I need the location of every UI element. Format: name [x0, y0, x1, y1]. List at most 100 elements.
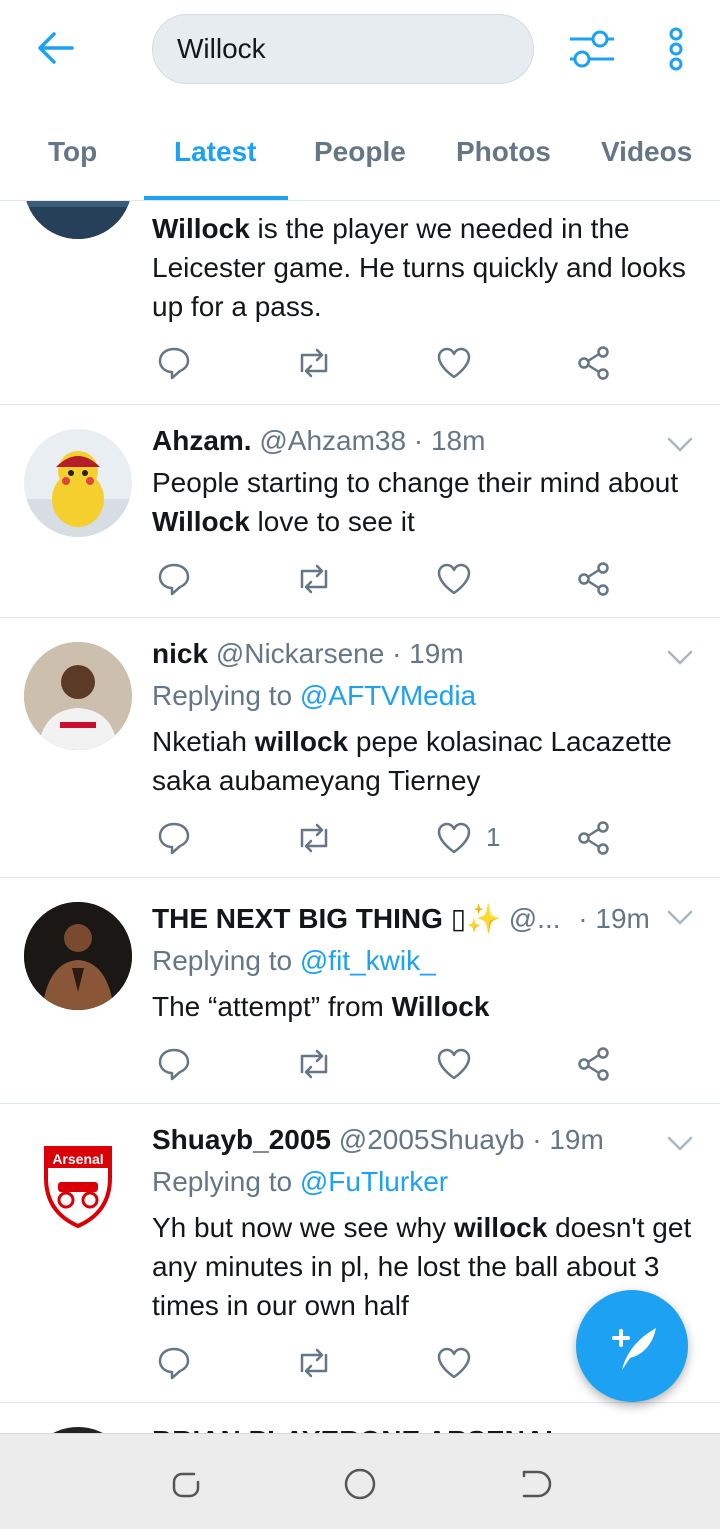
- reply-icon[interactable]: [154, 343, 194, 383]
- home-icon[interactable]: [340, 1464, 380, 1504]
- tweet-actions: [152, 1044, 632, 1084]
- tweet[interactable]: BRIAN PLAYERONE ARSENAL: [0, 1403, 720, 1433]
- tab-people[interactable]: People: [314, 136, 406, 168]
- tweet-feed[interactable]: Willock is the player we needed in the L…: [0, 201, 720, 1433]
- tab-top[interactable]: Top: [48, 136, 97, 168]
- search-query: Willock: [177, 33, 266, 64]
- like-icon[interactable]: [434, 1044, 474, 1084]
- user-handle: @Ahzam38: [259, 425, 407, 456]
- replying-to-mention[interactable]: @FuTlurker: [300, 1166, 448, 1197]
- system-navigation-bar: [0, 1433, 720, 1529]
- replying-to: Replying to @fit_kwik_: [152, 945, 436, 977]
- tweet-actions: 1: [152, 818, 632, 858]
- tweet-header: THE NEXT BIG THING ▯✨ @... · 19m: [152, 902, 650, 935]
- replying-to-mention[interactable]: @fit_kwik_: [300, 945, 436, 976]
- recent-apps-icon[interactable]: [166, 1464, 206, 1504]
- tweet-text: Nketiah willock pepe kolasinac Lacazette…: [152, 722, 692, 800]
- display-name[interactable]: Ahzam.: [152, 425, 252, 456]
- tweet-text-pre: Nketiah: [152, 726, 255, 757]
- timestamp: · 19m: [578, 903, 650, 934]
- tweet-text: The “attempt” from Willock: [152, 987, 692, 1026]
- replying-to-label: Replying to: [152, 1166, 300, 1197]
- retweet-icon[interactable]: [294, 818, 334, 858]
- like-icon[interactable]: [434, 1343, 474, 1383]
- tab-videos[interactable]: Videos: [601, 136, 692, 168]
- retweet-icon[interactable]: [294, 343, 334, 383]
- user-handle: @...: [508, 903, 561, 934]
- reply-icon[interactable]: [154, 559, 194, 599]
- replying-to: Replying to @FuTlurker: [152, 1166, 448, 1198]
- back-nav-icon[interactable]: [514, 1464, 554, 1504]
- tweet-header: Shuayb_2005 @2005Shuayb · 19m: [152, 1124, 604, 1156]
- share-icon[interactable]: [574, 1044, 614, 1084]
- chevron-down-icon[interactable]: [666, 648, 694, 668]
- tweet-actions: [152, 343, 632, 383]
- avatar[interactable]: [24, 902, 132, 1010]
- replying-to: Replying to @AFTVMedia: [152, 680, 476, 712]
- replying-to-label: Replying to: [152, 680, 300, 711]
- avatar[interactable]: [24, 429, 132, 537]
- tweet-actions: [152, 1343, 632, 1383]
- tab-photos[interactable]: Photos: [456, 136, 551, 168]
- tweet[interactable]: nick @Nickarsene · 19m Replying to @AFTV…: [0, 618, 720, 878]
- like-count: 1: [486, 822, 501, 852]
- back-arrow-icon[interactable]: [36, 28, 76, 68]
- tweet-text: Willock is the player we needed in the L…: [152, 209, 692, 326]
- tweet-text-pre: The “attempt” from: [152, 991, 392, 1022]
- timestamp: · 19m: [392, 638, 464, 669]
- active-tab-indicator: [144, 196, 288, 200]
- keyword-highlight: Willock: [152, 213, 250, 244]
- arsenal-logo-text: Arsenal: [52, 1151, 103, 1167]
- tweet-text-pre: People starting to change their mind abo…: [152, 467, 679, 498]
- top-bar: Willock: [0, 0, 720, 100]
- tweet-actions: [152, 559, 632, 599]
- display-name[interactable]: nick: [152, 638, 208, 669]
- tweet-header: Ahzam. @Ahzam38 · 18m: [152, 425, 485, 457]
- retweet-icon[interactable]: [294, 559, 334, 599]
- display-name[interactable]: BRIAN PLAYERONE ARSENAL: [152, 1425, 562, 1433]
- tweet-text: People starting to change their mind abo…: [152, 463, 692, 541]
- search-input[interactable]: Willock: [152, 14, 534, 84]
- more-options-icon[interactable]: [660, 26, 692, 72]
- tweet-header: nick @Nickarsene · 19m: [152, 638, 464, 670]
- like-icon[interactable]: [434, 818, 474, 858]
- avatar[interactable]: [24, 642, 132, 750]
- replying-to-mention[interactable]: @AFTVMedia: [300, 680, 476, 711]
- display-name-emoji: ▯✨: [450, 903, 501, 934]
- chevron-down-icon[interactable]: [666, 1134, 694, 1154]
- search-filter-icon[interactable]: [566, 26, 618, 72]
- keyword-highlight: Willock: [391, 991, 490, 1022]
- display-name[interactable]: THE NEXT BIG THING: [152, 903, 443, 934]
- tweet-header: BRIAN PLAYERONE ARSENAL: [152, 1425, 562, 1433]
- tweet[interactable]: THE NEXT BIG THING ▯✨ @... · 19m Replyin…: [0, 878, 720, 1104]
- share-icon[interactable]: [574, 559, 614, 599]
- tab-latest[interactable]: Latest: [174, 136, 256, 168]
- keyword-highlight: willock: [453, 1212, 548, 1243]
- compose-tweet-button[interactable]: [576, 1290, 688, 1402]
- retweet-icon[interactable]: [294, 1343, 334, 1383]
- share-icon[interactable]: [574, 343, 614, 383]
- keyword-highlight: Willock: [152, 506, 250, 537]
- replying-to-label: Replying to: [152, 945, 300, 976]
- chevron-down-icon[interactable]: [666, 435, 694, 455]
- retweet-icon[interactable]: [294, 1044, 334, 1084]
- timestamp: · 18m: [413, 425, 486, 456]
- avatar[interactable]: [24, 201, 132, 239]
- tweet[interactable]: Willock is the player we needed in the L…: [0, 201, 720, 405]
- keyword-highlight: willock: [254, 726, 349, 757]
- tweet-text-pre: Yh but now we see why: [152, 1212, 454, 1243]
- tweet[interactable]: Ahzam. @Ahzam38 · 18m People starting to…: [0, 405, 720, 618]
- compose-feather-icon: [612, 1328, 656, 1370]
- chevron-down-icon[interactable]: [666, 908, 694, 928]
- user-handle: @2005Shuayb: [338, 1124, 525, 1155]
- display-name[interactable]: Shuayb_2005: [152, 1124, 331, 1155]
- share-icon[interactable]: [574, 818, 614, 858]
- reply-icon[interactable]: [154, 1343, 194, 1383]
- reply-icon[interactable]: [154, 818, 194, 858]
- search-tabs: Top Latest People Photos Videos: [0, 100, 720, 201]
- like-icon[interactable]: [434, 559, 474, 599]
- timestamp: · 19m: [532, 1124, 604, 1155]
- like-icon[interactable]: [434, 343, 474, 383]
- reply-icon[interactable]: [154, 1044, 194, 1084]
- avatar[interactable]: Arsenal: [24, 1128, 132, 1236]
